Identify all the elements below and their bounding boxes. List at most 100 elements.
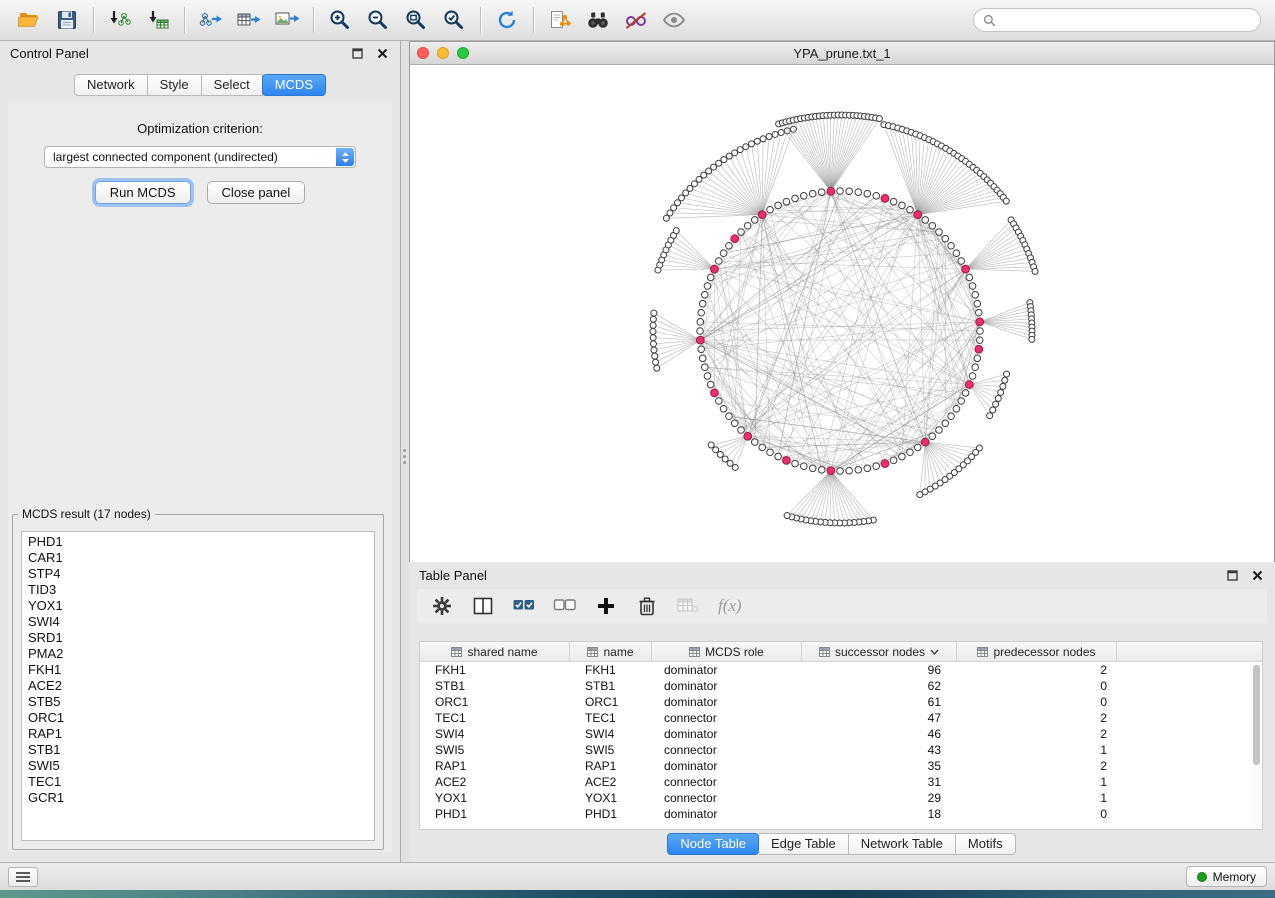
network-node[interactable]: [732, 464, 738, 470]
run-mcds-button[interactable]: Run MCDS: [95, 181, 191, 204]
network-node[interactable]: [731, 420, 738, 427]
table-row[interactable]: ORC1ORC1dominator610: [420, 694, 1262, 710]
import-network-button[interactable]: [101, 4, 139, 36]
table-row[interactable]: RAP1RAP1dominator352: [420, 758, 1262, 774]
network-node[interactable]: [837, 188, 844, 195]
network-node[interactable]: [846, 188, 853, 195]
mcds-result-item[interactable]: PMA2: [22, 646, 374, 662]
column-header-mcds-role[interactable]: MCDS role: [652, 642, 802, 661]
network-node[interactable]: [738, 427, 745, 434]
tab-motifs[interactable]: Motifs: [956, 833, 1016, 855]
mcds-result-item[interactable]: SRD1: [22, 630, 374, 646]
network-node[interactable]: [744, 222, 751, 229]
split-panel-button[interactable]: [470, 593, 496, 619]
network-node[interactable]: [713, 447, 719, 453]
memory-button[interactable]: Memory: [1186, 866, 1267, 887]
network-dominator-node[interactable]: [783, 456, 791, 464]
mcds-result-item[interactable]: GCR1: [22, 790, 374, 806]
close-panel-action-button[interactable]: Close panel: [207, 181, 306, 204]
network-node[interactable]: [995, 395, 1001, 401]
network-node[interactable]: [972, 364, 979, 371]
window-close-button[interactable]: [417, 47, 429, 59]
network-node[interactable]: [962, 390, 969, 397]
network-node[interactable]: [738, 229, 745, 236]
network-node[interactable]: [953, 250, 960, 257]
network-node[interactable]: [914, 444, 921, 451]
network-node[interactable]: [876, 116, 882, 122]
network-node[interactable]: [993, 401, 999, 407]
network-node[interactable]: [864, 190, 871, 197]
hide-details-button[interactable]: [617, 4, 655, 36]
mcds-result-item[interactable]: YOX1: [22, 598, 374, 614]
mcds-result-item[interactable]: TID3: [22, 582, 374, 598]
table-row[interactable]: FKH1FKH1dominator962: [420, 662, 1262, 678]
network-dominator-node[interactable]: [962, 265, 970, 273]
network-node[interactable]: [701, 291, 708, 298]
window-minimize-button[interactable]: [437, 47, 449, 59]
network-node[interactable]: [1032, 268, 1038, 274]
table-row[interactable]: YOX1YOX1connector291: [420, 790, 1262, 806]
import-table-button[interactable]: [139, 4, 177, 36]
zoom-out-button[interactable]: [359, 4, 397, 36]
select-all-button[interactable]: [511, 593, 537, 619]
network-node[interactable]: [907, 449, 914, 456]
network-node[interactable]: [809, 465, 816, 472]
network-node[interactable]: [864, 465, 871, 472]
deselect-all-button[interactable]: [552, 593, 578, 619]
mcds-result-item[interactable]: ORC1: [22, 710, 374, 726]
network-node[interactable]: [751, 217, 758, 224]
network-node[interactable]: [936, 229, 943, 236]
network-node[interactable]: [976, 337, 983, 344]
network-node[interactable]: [720, 405, 727, 412]
network-node[interactable]: [987, 413, 993, 419]
delete-entry-button[interactable]: [634, 593, 660, 619]
network-dominator-node[interactable]: [921, 438, 929, 446]
network-node[interactable]: [704, 373, 711, 380]
network-node[interactable]: [1002, 377, 1008, 383]
network-node[interactable]: [958, 398, 965, 405]
scrollbar-thumb[interactable]: [1253, 665, 1260, 765]
table-settings-button[interactable]: [429, 593, 455, 619]
tab-edge-table[interactable]: Edge Table: [759, 833, 849, 855]
table-row[interactable]: SWI5SWI5connector431: [420, 742, 1262, 758]
network-dominator-node[interactable]: [881, 460, 889, 468]
network-node[interactable]: [732, 150, 738, 156]
save-button[interactable]: [48, 4, 86, 36]
network-node[interactable]: [767, 206, 774, 213]
panel-splitter[interactable]: [401, 41, 409, 862]
network-node[interactable]: [721, 157, 727, 163]
network-node[interactable]: [966, 274, 973, 281]
network-node[interactable]: [707, 381, 714, 388]
network-dominator-node[interactable]: [965, 381, 973, 389]
export-network-button[interactable]: [192, 4, 230, 36]
network-node[interactable]: [800, 463, 807, 470]
network-node[interactable]: [922, 217, 929, 224]
column-header-predecessor-nodes[interactable]: predecessor nodes: [957, 642, 1117, 661]
network-node[interactable]: [792, 460, 799, 467]
network-node[interactable]: [760, 136, 766, 142]
network-node[interactable]: [697, 319, 704, 326]
float-panel-button[interactable]: [349, 45, 365, 61]
mcds-result-item[interactable]: SWI5: [22, 758, 374, 774]
table-row[interactable]: PHD1PHD1dominator180: [420, 806, 1262, 822]
network-node[interactable]: [855, 467, 862, 474]
network-node[interactable]: [936, 427, 943, 434]
network-node[interactable]: [873, 192, 880, 199]
status-menu-button[interactable]: [8, 867, 38, 887]
network-dominator-node[interactable]: [758, 211, 766, 219]
network-node[interactable]: [974, 300, 981, 307]
export-image-button[interactable]: [268, 4, 306, 36]
network-node[interactable]: [873, 463, 880, 470]
network-node[interactable]: [837, 468, 844, 475]
network-node[interactable]: [907, 206, 914, 213]
add-entry-button[interactable]: [593, 593, 619, 619]
zoom-in-button[interactable]: [321, 4, 359, 36]
network-node[interactable]: [650, 341, 656, 347]
table-row[interactable]: SWI4SWI4dominator462: [420, 726, 1262, 742]
network-node[interactable]: [1029, 336, 1035, 342]
network-dominator-node[interactable]: [976, 318, 984, 326]
network-node[interactable]: [775, 453, 782, 460]
network-node[interactable]: [697, 328, 704, 335]
network-node[interactable]: [990, 407, 996, 413]
network-node[interactable]: [715, 398, 722, 405]
